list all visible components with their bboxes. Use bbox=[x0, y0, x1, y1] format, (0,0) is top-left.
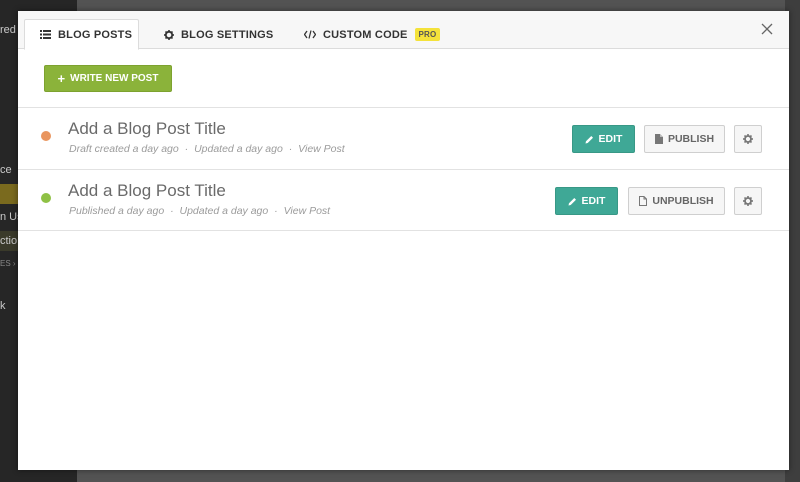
plus-icon: + bbox=[57, 70, 66, 86]
view-post-link[interactable]: View Post bbox=[298, 143, 345, 155]
background-text: red bbox=[0, 24, 16, 36]
tab-blog-settings[interactable]: BLOG SETTINGS bbox=[164, 19, 273, 50]
background-text: ctio bbox=[0, 235, 18, 247]
gear-icon bbox=[743, 196, 753, 206]
post-title[interactable]: Add a Blog Post Title bbox=[68, 181, 226, 201]
write-new-post-label: WRITE NEW POST bbox=[70, 73, 159, 84]
background-text: n Us bbox=[0, 211, 18, 223]
pro-badge: PRO bbox=[414, 28, 441, 41]
publish-label: PUBLISH bbox=[667, 133, 715, 145]
divider bbox=[18, 230, 789, 231]
edit-label: EDIT bbox=[598, 133, 623, 145]
document-icon bbox=[654, 134, 663, 144]
publish-button[interactable]: PUBLISH bbox=[644, 125, 725, 153]
write-new-post-button[interactable]: + WRITE NEW POST bbox=[44, 65, 172, 92]
tab-label: CUSTOM CODE bbox=[323, 28, 408, 41]
edit-button[interactable]: EDIT bbox=[572, 125, 635, 153]
post-title[interactable]: Add a Blog Post Title bbox=[68, 119, 226, 139]
gear-icon bbox=[743, 134, 753, 144]
view-post-link[interactable]: View Post bbox=[284, 205, 331, 217]
meta-separator: · bbox=[170, 205, 174, 217]
post-updated-text: Updated a day ago bbox=[179, 205, 269, 217]
tab-custom-code[interactable]: CUSTOM CODE PRO bbox=[304, 19, 441, 50]
background-highlight bbox=[0, 184, 18, 204]
unpublish-button[interactable]: UNPUBLISH bbox=[628, 187, 725, 215]
blog-modal: BLOG POSTS BLOG SETTINGS CUSTOM CODE PRO… bbox=[18, 11, 789, 470]
close-button[interactable] bbox=[760, 22, 774, 36]
unpublish-label: UNPUBLISH bbox=[652, 195, 714, 207]
meta-separator: · bbox=[274, 205, 278, 217]
background-text: k bbox=[0, 300, 6, 312]
gear-icon bbox=[164, 29, 174, 40]
tab-label: BLOG SETTINGS bbox=[181, 28, 274, 41]
pencil-icon bbox=[568, 197, 577, 206]
tab-label: BLOG POSTS bbox=[58, 28, 133, 41]
meta-separator: · bbox=[184, 143, 189, 155]
post-status-text: Draft created a day ago bbox=[69, 143, 179, 155]
background-text: ES › bbox=[0, 259, 16, 268]
edit-button[interactable]: EDIT bbox=[555, 187, 618, 215]
published-status-dot bbox=[41, 193, 51, 203]
tab-bar: BLOG POSTS BLOG SETTINGS CUSTOM CODE PRO bbox=[18, 11, 789, 50]
post-settings-button[interactable] bbox=[734, 125, 762, 153]
meta-separator: · bbox=[288, 143, 293, 155]
draft-status-dot bbox=[41, 131, 51, 141]
post-updated-text: Updated a day ago bbox=[194, 143, 283, 155]
background-text: ce bbox=[0, 164, 12, 176]
post-meta: Draft created a day ago · Updated a day … bbox=[69, 143, 345, 155]
document-outline-icon bbox=[639, 196, 648, 206]
edit-label: EDIT bbox=[581, 195, 606, 207]
code-icon bbox=[304, 30, 316, 39]
post-settings-button[interactable] bbox=[734, 187, 762, 215]
tab-blog-posts[interactable]: BLOG POSTS bbox=[24, 19, 139, 50]
close-icon bbox=[761, 23, 773, 35]
post-meta: Published a day ago · Updated a day ago … bbox=[69, 205, 330, 217]
list-icon bbox=[40, 30, 51, 39]
post-status-text: Published a day ago bbox=[69, 205, 165, 217]
post-row: Add a Blog Post Title Published a day ag… bbox=[18, 170, 789, 231]
post-row: Add a Blog Post Title Draft created a da… bbox=[18, 108, 789, 169]
pencil-icon bbox=[585, 135, 594, 144]
